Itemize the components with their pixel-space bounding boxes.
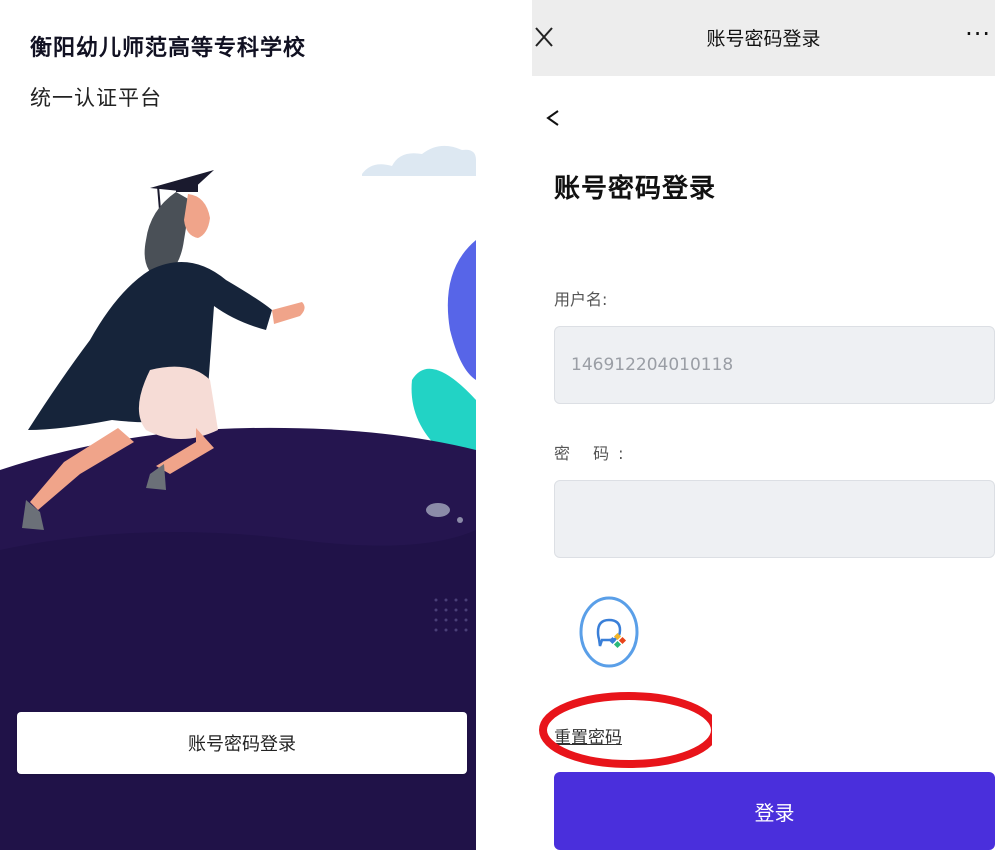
password-label: 密 码: (554, 444, 633, 463)
platform-name: 统一认证平台 (30, 86, 162, 110)
top-navigation-bar: 账号密码登录 ··· (532, 0, 995, 76)
account-password-login-button[interactable]: 账号密码登录 (17, 712, 467, 774)
chevron-left-icon[interactable] (540, 103, 566, 133)
school-name: 衡阳幼儿师范高等专科学校 (30, 36, 307, 61)
username-input[interactable]: 146912204010118 (554, 326, 995, 404)
username-label: 用户名: (554, 290, 608, 309)
page-title: 账号密码登录 (554, 174, 717, 204)
topbar-title: 账号密码登录 (706, 28, 821, 50)
wecom-chat-icon[interactable] (578, 596, 640, 668)
reset-password-link[interactable]: 重置密码 (554, 723, 622, 748)
more-options-icon[interactable]: ··· (965, 20, 991, 48)
password-input[interactable] (554, 480, 995, 558)
right-screen: 账号密码登录 ··· 账号密码登录 用户名: 146912204010118 密… (532, 0, 995, 850)
left-screen: 衡阳幼儿师范高等专科学校 统一认证平台 账号密码登录 (0, 0, 476, 850)
login-button[interactable]: 登录 (554, 772, 995, 850)
